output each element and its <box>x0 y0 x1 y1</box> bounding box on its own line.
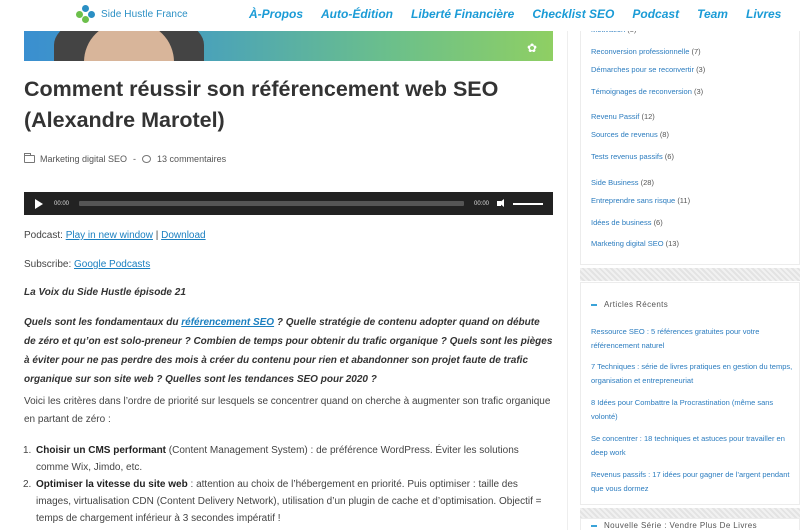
nav-item-podcast[interactable]: Podcast <box>632 7 679 21</box>
meta-separator: - <box>133 154 137 164</box>
play-icon[interactable] <box>35 198 43 209</box>
podcast-line: Podcast: Play in new window | Download <box>24 230 206 241</box>
current-time: 00:00 <box>54 200 70 207</box>
next-widget-title: Nouvelle Série : Vendre Plus De Livres <box>591 521 757 530</box>
category-item[interactable]: Revenu Passif (12) <box>591 112 655 122</box>
article-meta: Marketing digital SEO - 13 commentaires <box>24 153 226 164</box>
nav-item-auto-edition[interactable]: Auto-Édition <box>321 7 393 21</box>
category-item[interactable]: Démarches pour se reconvertir (3) <box>591 65 705 75</box>
widget-separator <box>580 268 800 281</box>
audio-player: 00:00 00:00 <box>24 192 553 215</box>
category-item[interactable]: Marketing digital SEO (13) <box>591 239 679 249</box>
subscribe-line: Subscribe: Google Podcasts <box>24 259 151 270</box>
logo-text: Side Hustle France <box>101 8 188 20</box>
comment-icon <box>142 155 152 163</box>
recent-posts-title: Articles Récents <box>591 300 668 309</box>
main-nav: À-Propos Auto-Édition Liberté Financière… <box>249 7 799 21</box>
play-new-window-link[interactable]: Play in new window <box>66 230 153 241</box>
category-item[interactable]: Idées de business (6) <box>591 218 663 228</box>
site-header: Side Hustle France À-Propos Auto-Édition… <box>0 0 800 31</box>
recent-post-link[interactable]: 8 Idées pour Combattre la Procrastinatio… <box>591 396 798 424</box>
category-item[interactable]: Tests revenus passifs (6) <box>591 152 674 162</box>
recent-post-link[interactable]: Se concentrer : 18 techniques et astuces… <box>591 432 798 460</box>
hero-logo-icon: ✿ <box>527 41 538 55</box>
google-podcasts-link[interactable]: Google Podcasts <box>74 259 150 270</box>
steps-list: 1. Choisir un CMS performant (Content Ma… <box>23 442 554 527</box>
seo-link[interactable]: référencement SEO <box>181 317 274 328</box>
download-link[interactable]: Download <box>161 230 205 241</box>
recent-post-link[interactable]: Revenus passifs : 17 idées pour gagner d… <box>591 468 798 496</box>
nav-item-team[interactable]: Team <box>697 7 728 21</box>
nav-item-liberte-financiere[interactable]: Liberté Financière <box>411 7 514 21</box>
episode-label: La Voix du Side Hustle épisode 21 <box>24 287 186 298</box>
duration: 00:00 <box>473 200 489 207</box>
volume-slider[interactable] <box>513 202 543 205</box>
nav-item-livres[interactable]: Livres <box>746 7 781 21</box>
criteria-paragraph: Voici les critères dans l’ordre de prior… <box>24 396 551 425</box>
sidebar: Motivation (8) Reconversion professionne… <box>568 0 800 530</box>
volume-icon[interactable] <box>497 199 507 208</box>
recent-post-link[interactable]: 7 Techniques : série de livres pratiques… <box>591 360 798 388</box>
recent-post-link[interactable]: Ressource SEO : 5 références gratuites p… <box>591 325 798 353</box>
list-item: 1. Choisir un CMS performant (Content Ma… <box>23 445 519 473</box>
list-item: 2. Optimiser la vitesse du site web : at… <box>23 479 542 524</box>
nav-item-a-propos[interactable]: À-Propos <box>249 7 303 21</box>
nav-item-checklist-seo[interactable]: Checklist SEO <box>532 7 614 21</box>
category-item[interactable]: Reconversion professionnelle (7) <box>591 47 701 57</box>
intro-paragraph: Quels sont les fondamentaux du référence… <box>24 317 553 385</box>
logo-icon <box>76 5 96 23</box>
category-item[interactable]: Entreprendre sans risque (11) <box>591 196 690 206</box>
folder-icon <box>24 153 35 163</box>
category-item[interactable]: Sources de revenus (8) <box>591 130 669 140</box>
site-logo[interactable]: Side Hustle France <box>76 5 188 23</box>
audio-progress-bar[interactable] <box>79 201 464 206</box>
article-title: Comment réussir son référencement web SE… <box>24 77 499 132</box>
category-link[interactable]: Marketing digital SEO <box>40 154 127 164</box>
category-item[interactable]: Témoignages de reconversion (3) <box>591 87 703 97</box>
category-item[interactable]: Side Business (28) <box>591 178 654 188</box>
comments-link[interactable]: 13 commentaires <box>157 154 226 164</box>
